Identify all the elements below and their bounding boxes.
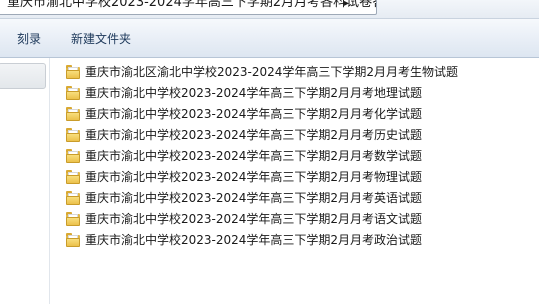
new-folder-button[interactable]: 新建文件夹 <box>71 30 131 47</box>
file-name: 重庆市渝北中学校2023-2024学年高三下学期2月月考数学试题 <box>85 149 423 163</box>
list-item[interactable]: 重庆市渝北中学校2023-2024学年高三下学期2月月考历史试题 <box>65 126 485 144</box>
explorer-window: 重庆市渝北中学校2023-2024学年高三下学期2月月考各科试卷答案 ▸ 刻录 … <box>0 0 539 304</box>
navigation-pane <box>0 58 50 304</box>
list-item[interactable]: 重庆市渝北中学校2023-2024学年高三下学期2月月考政治试题 <box>65 231 485 249</box>
file-name: 重庆市渝北中学校2023-2024学年高三下学期2月月考地理试题 <box>85 86 423 100</box>
file-name: 重庆市渝北中学校2023-2024学年高三下学期2月月考历史试题 <box>85 128 423 142</box>
address-bar: 重庆市渝北中学校2023-2024学年高三下学期2月月考各科试卷答案 ▸ <box>0 0 539 19</box>
list-item[interactable]: 重庆市渝北中学校2023-2024学年高三下学期2月月考化学试题 <box>65 105 485 123</box>
nav-selected-item[interactable] <box>0 63 46 89</box>
folder-icon <box>65 86 81 100</box>
folder-icon <box>65 233 81 247</box>
file-name: 重庆市渝北中学校2023-2024学年高三下学期2月月考英语试题 <box>85 191 423 205</box>
folder-icon <box>65 170 81 184</box>
folder-icon <box>65 149 81 163</box>
list-item[interactable]: 重庆市渝北区渝北中学校2023-2024学年高三下学期2月月考生物试题 <box>65 63 485 81</box>
list-item[interactable]: 重庆市渝北中学校2023-2024学年高三下学期2月月考英语试题 <box>65 189 485 207</box>
file-name: 重庆市渝北中学校2023-2024学年高三下学期2月月考语文试题 <box>85 212 423 226</box>
list-item[interactable]: 重庆市渝北中学校2023-2024学年高三下学期2月月考数学试题 <box>65 147 485 165</box>
list-item[interactable]: 重庆市渝北中学校2023-2024学年高三下学期2月月考地理试题 <box>65 84 485 102</box>
file-name: 重庆市渝北区渝北中学校2023-2024学年高三下学期2月月考生物试题 <box>85 65 459 79</box>
list-item[interactable]: 重庆市渝北中学校2023-2024学年高三下学期2月月考物理试题 <box>65 168 485 186</box>
command-toolbar: 刻录 新建文件夹 <box>0 19 539 58</box>
file-name: 重庆市渝北中学校2023-2024学年高三下学期2月月考化学试题 <box>85 107 423 121</box>
address-field[interactable]: 重庆市渝北中学校2023-2024学年高三下学期2月月考各科试卷答案 ▸ <box>0 0 377 15</box>
folder-icon <box>65 65 81 79</box>
file-name: 重庆市渝北中学校2023-2024学年高三下学期2月月考物理试题 <box>85 170 423 184</box>
file-list: 重庆市渝北区渝北中学校2023-2024学年高三下学期2月月考生物试题 重庆市渝… <box>50 58 539 304</box>
folder-icon <box>65 107 81 121</box>
file-name: 重庆市渝北中学校2023-2024学年高三下学期2月月考政治试题 <box>85 233 423 247</box>
list-item[interactable]: 重庆市渝北中学校2023-2024学年高三下学期2月月考语文试题 <box>65 210 485 228</box>
folder-icon <box>65 191 81 205</box>
address-path: 重庆市渝北中学校2023-2024学年高三下学期2月月考各科试卷答案 <box>7 0 377 10</box>
burn-button[interactable]: 刻录 <box>17 30 41 47</box>
folder-icon <box>65 212 81 226</box>
folder-icon <box>65 128 81 142</box>
breadcrumb-arrow-icon[interactable]: ▸ <box>344 0 349 9</box>
